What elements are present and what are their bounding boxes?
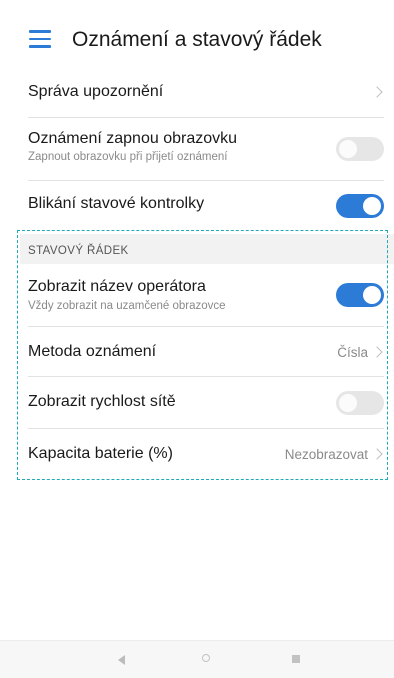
wake-screen-sublabel: Zapnout obrazovku při přijetí oznámení [28, 151, 228, 163]
highlight-box [17, 230, 388, 480]
back-icon[interactable] [118, 655, 125, 665]
blink-led-toggle[interactable] [336, 194, 384, 218]
home-icon[interactable] [202, 654, 210, 662]
hamburger-menu-icon[interactable] [29, 30, 51, 48]
wake-screen-row[interactable]: Oznámení zapnou obrazovku Zapnout obrazo… [28, 120, 384, 180]
chevron-right-icon [371, 86, 383, 98]
wake-screen-toggle[interactable] [336, 137, 384, 161]
manage-notifications-row[interactable]: Správa upozornění [28, 76, 384, 116]
blink-led-row[interactable]: Blikání stavové kontrolky [28, 181, 384, 231]
page-title: Oznámení a stavový řádek [72, 28, 322, 51]
manage-notifications-label: Správa upozornění [28, 83, 164, 100]
wake-screen-label: Oznámení zapnou obrazovku [28, 130, 238, 147]
divider [28, 117, 384, 118]
navigation-bar [0, 640, 394, 678]
header-bar: Oznámení a stavový řádek [0, 0, 394, 86]
blink-led-label: Blikání stavové kontrolky [28, 195, 205, 212]
recent-apps-icon[interactable] [292, 655, 300, 663]
